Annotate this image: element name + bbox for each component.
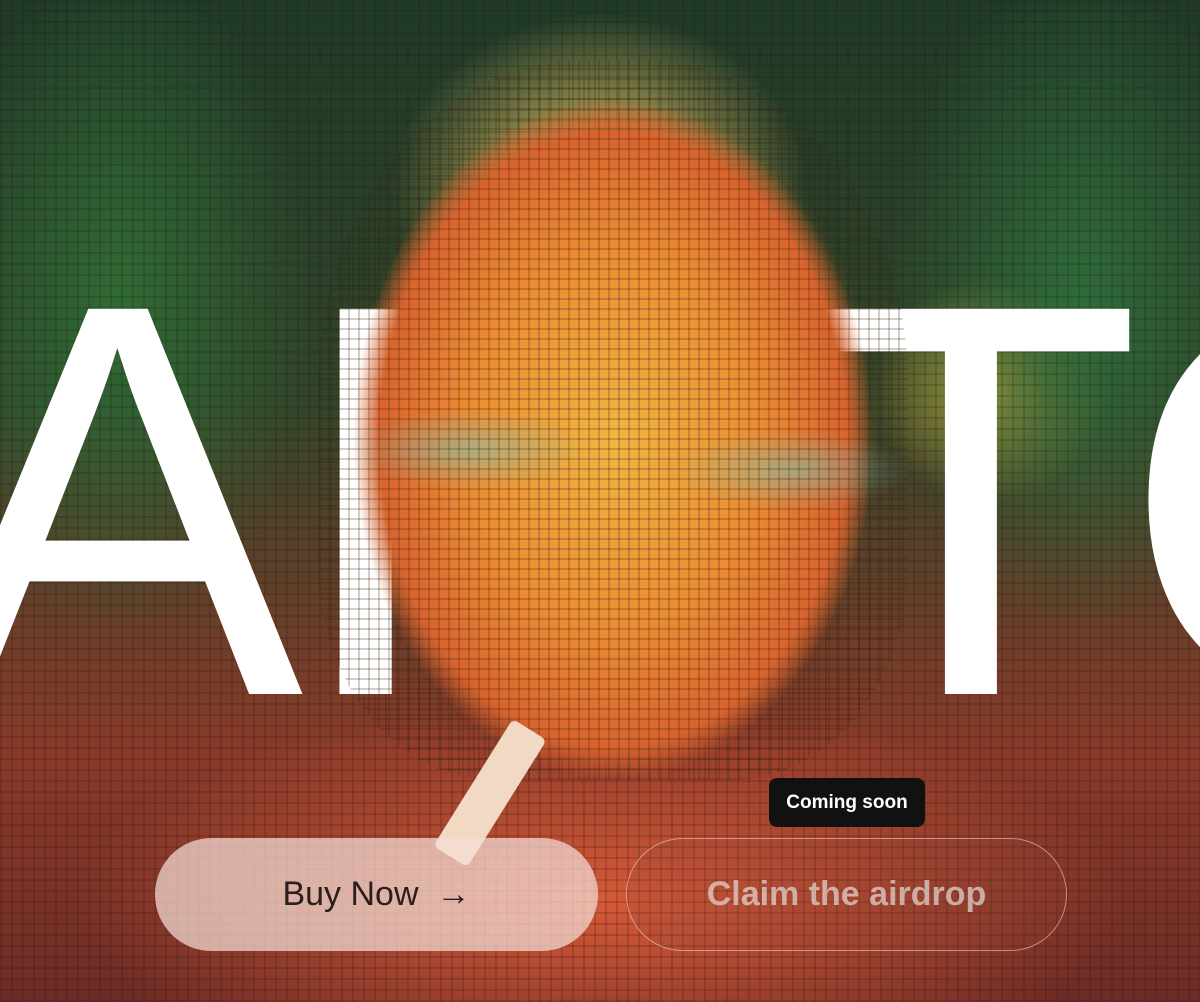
buy-now-button[interactable]: Buy Now → bbox=[155, 838, 598, 951]
portrait-face bbox=[318, 60, 908, 780]
claim-airdrop-label: Claim the airdrop bbox=[706, 875, 987, 913]
buy-now-label: Buy Now bbox=[282, 875, 419, 913]
arrow-right-icon: → bbox=[436, 875, 471, 913]
claim-airdrop-button[interactable]: Claim the airdrop bbox=[626, 838, 1067, 951]
coming-soon-tooltip: Coming soon bbox=[769, 778, 925, 827]
